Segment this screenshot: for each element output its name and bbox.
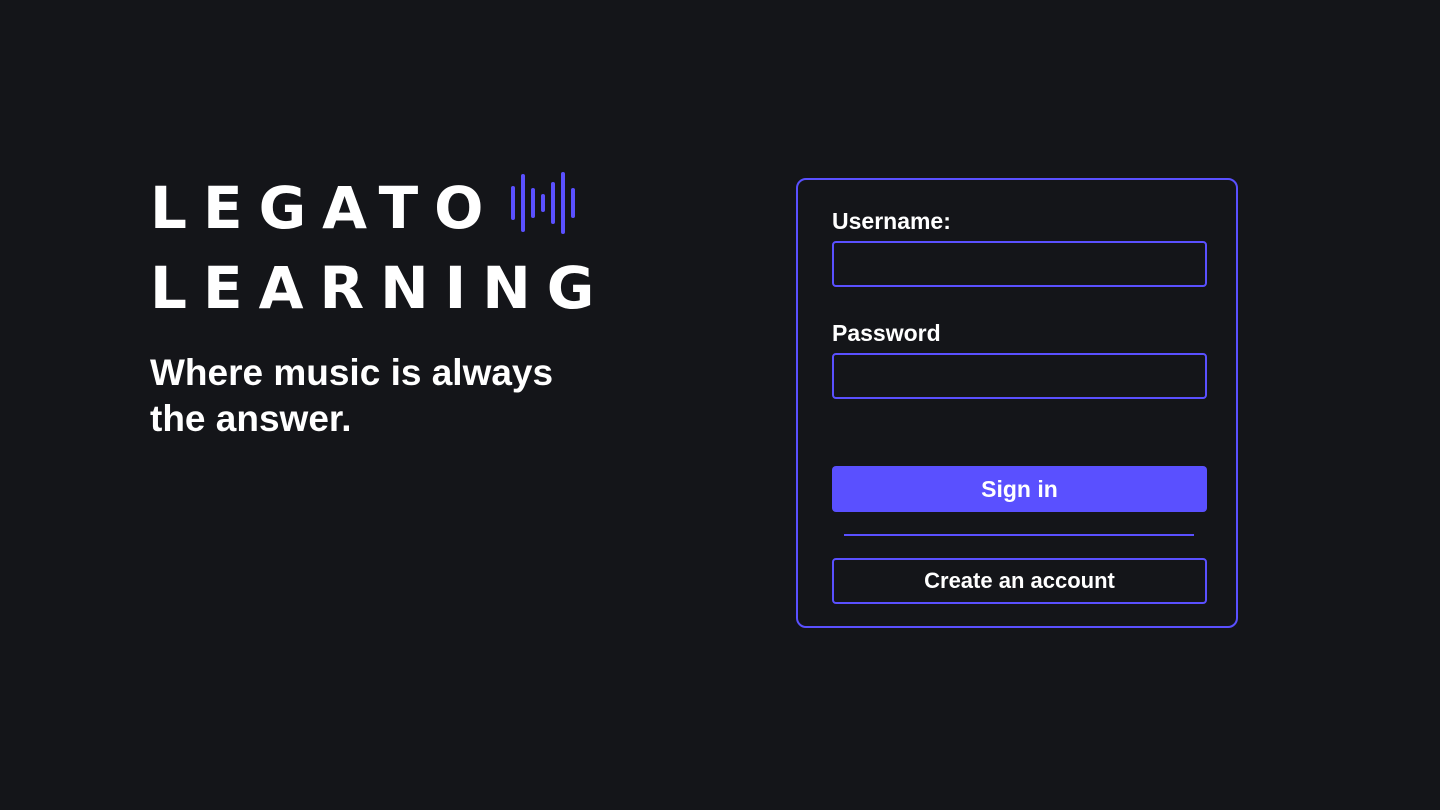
- sign-in-button[interactable]: Sign in: [832, 466, 1207, 512]
- logo-text-legato: LEGATO: [150, 174, 500, 242]
- tagline: Where music is always the answer.: [150, 352, 554, 439]
- login-page: LEGATO LEARNING Where music is always th…: [0, 0, 1440, 810]
- divider: [844, 534, 1194, 536]
- logo-line-2: LEARNING: [150, 248, 620, 328]
- brand-section: LEGATO LEARNING Where music is always th…: [150, 168, 620, 442]
- password-input[interactable]: [832, 353, 1207, 399]
- password-label: Password: [832, 320, 941, 346]
- login-panel: Username: Password Sign in Create an acc…: [796, 178, 1238, 628]
- create-account-button[interactable]: Create an account: [832, 558, 1207, 604]
- sound-wave-icon: [509, 171, 585, 245]
- logo-line-1: LEGATO: [150, 168, 620, 248]
- username-input[interactable]: [832, 241, 1207, 287]
- username-label: Username:: [832, 208, 951, 234]
- logo-text-learning: LEARNING: [150, 254, 611, 322]
